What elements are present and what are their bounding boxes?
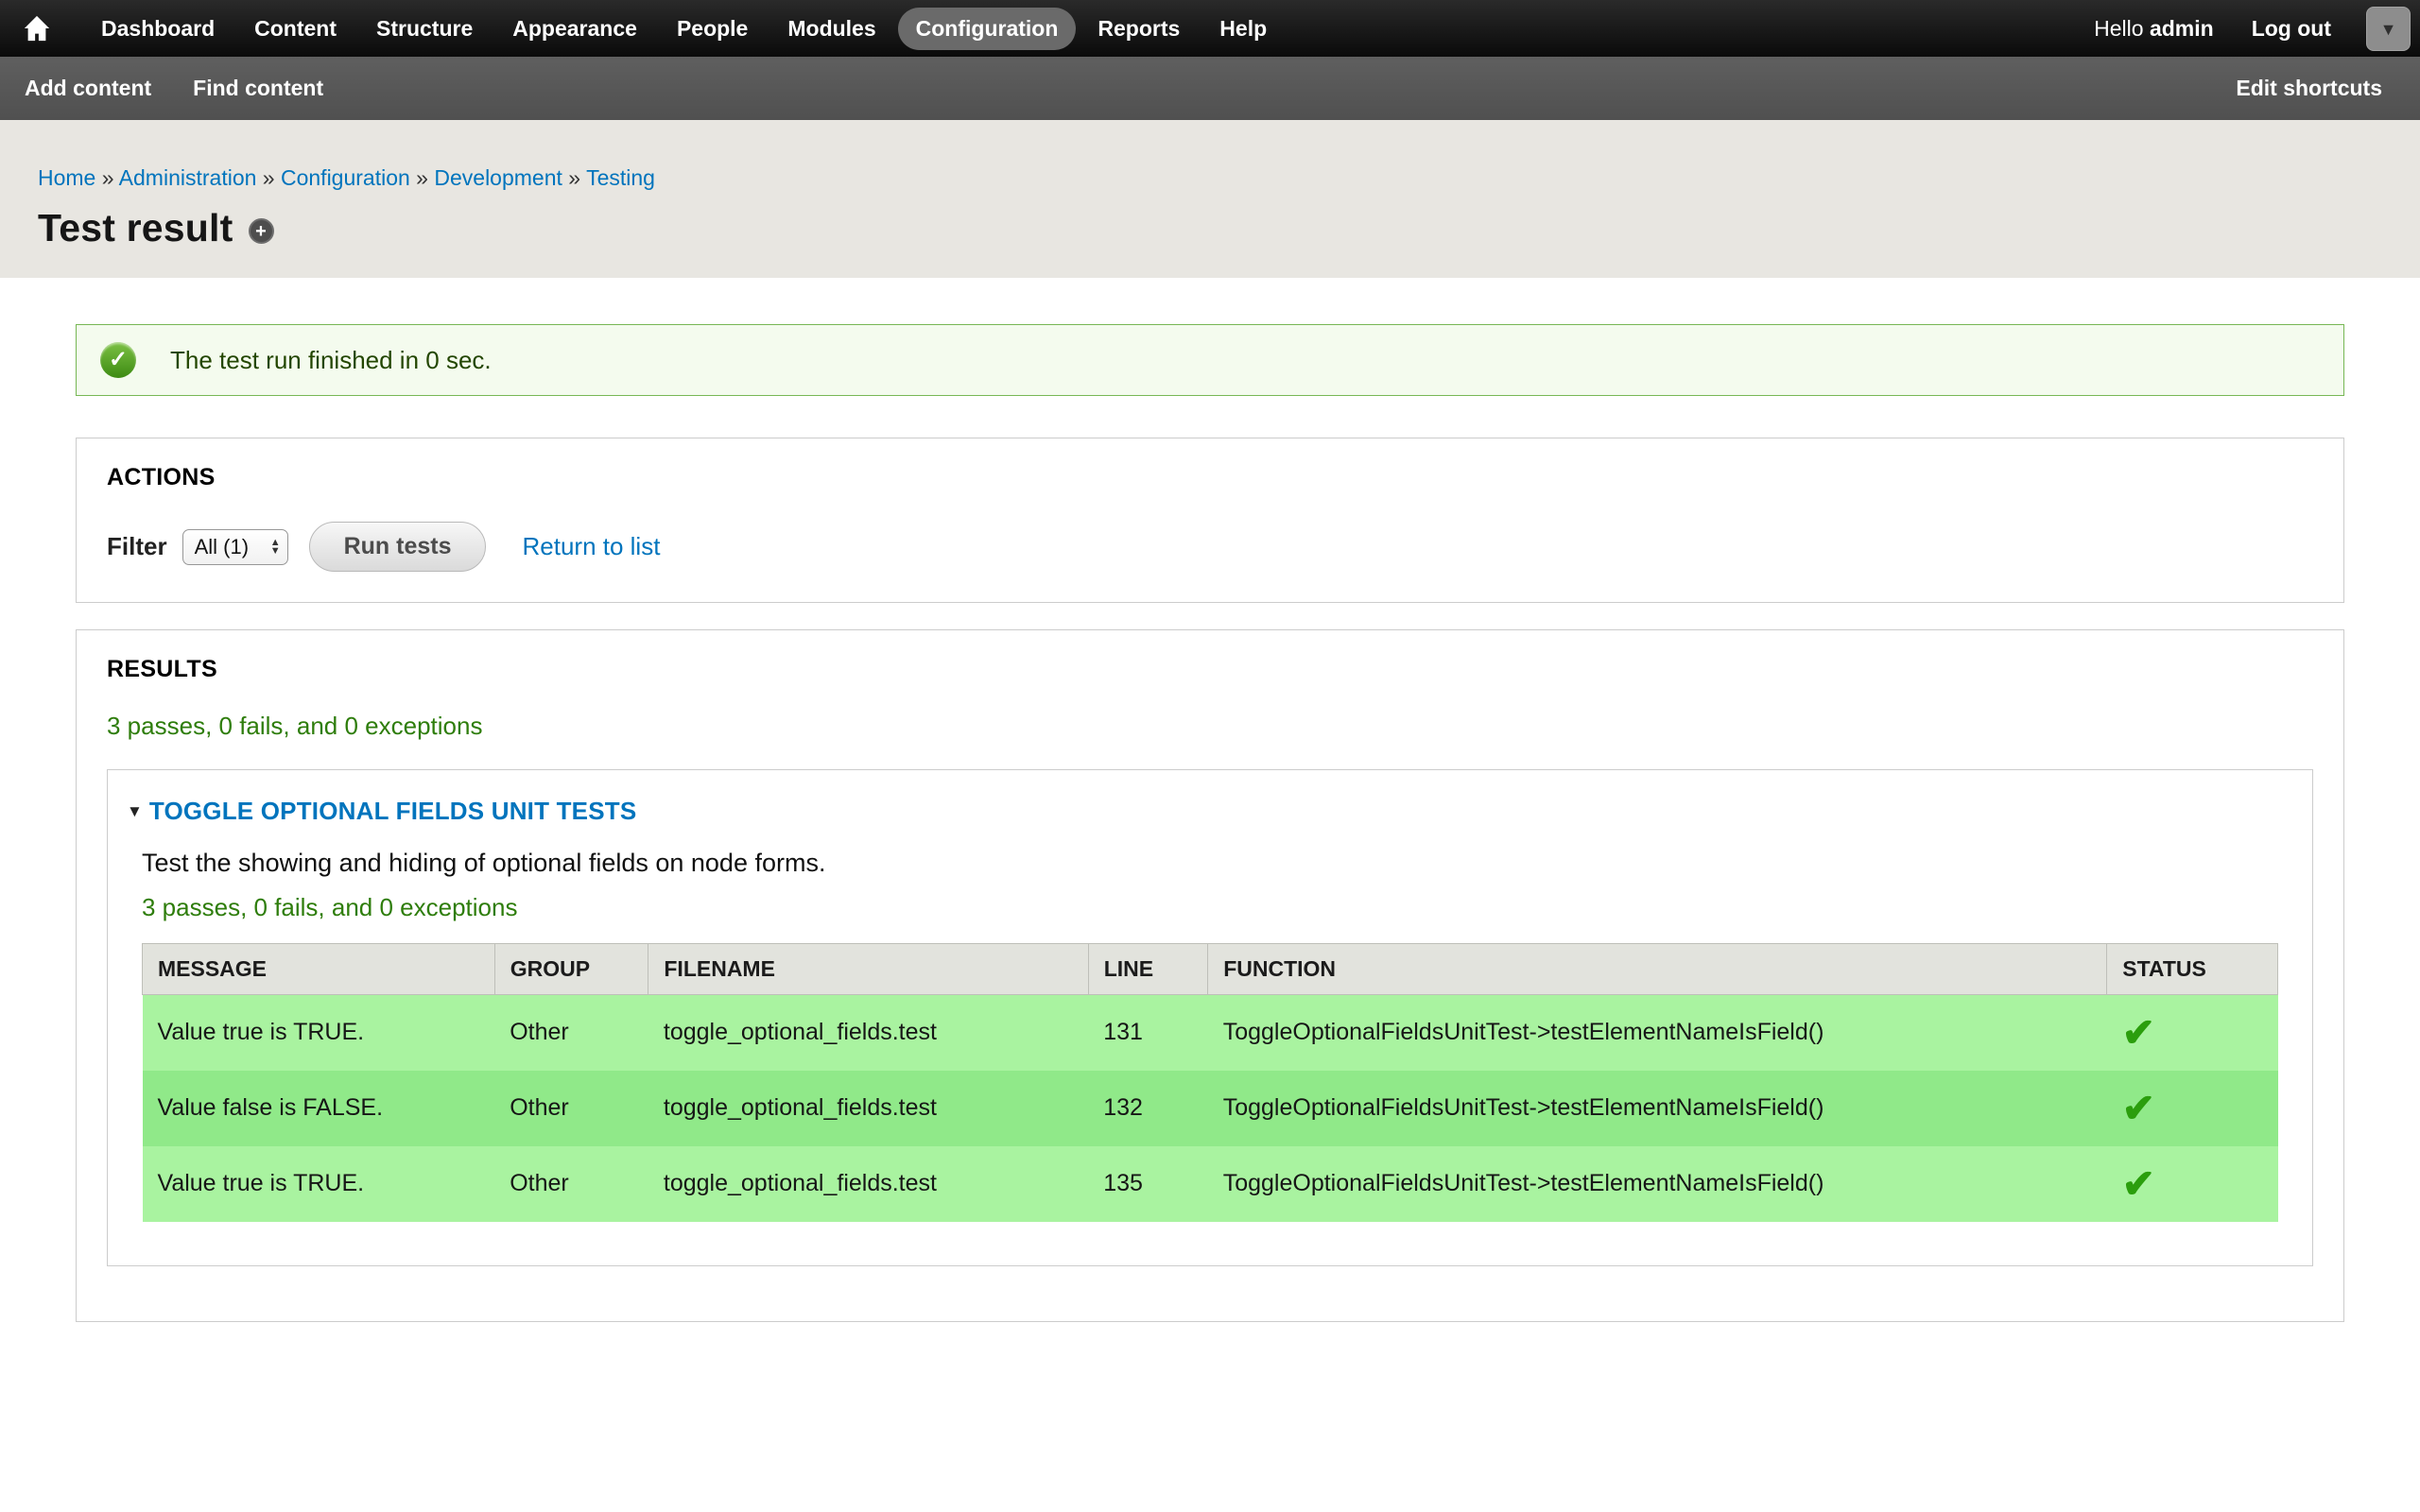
- filter-select[interactable]: All (1) ▲▼: [182, 529, 288, 565]
- breadcrumb-link-testing[interactable]: Testing: [586, 165, 655, 190]
- results-table: MESSAGEGROUPFILENAMELINEFUNCTIONSTATUS V…: [142, 943, 2278, 1222]
- admin-toolbar: DashboardContentStructureAppearancePeopl…: [0, 0, 2420, 57]
- cell-line: 132: [1088, 1071, 1208, 1146]
- results-panel: RESULTS 3 passes, 0 fails, and 0 excepti…: [76, 629, 2344, 1322]
- return-to-list-link[interactable]: Return to list: [522, 532, 660, 561]
- column-header-group: GROUP: [494, 944, 648, 995]
- shortcuts-bar: Add content Find content Edit shortcuts: [0, 57, 2420, 120]
- run-tests-button[interactable]: Run tests: [309, 522, 487, 572]
- cell-filename: toggle_optional_fields.test: [648, 995, 1088, 1071]
- table-row: Value false is FALSE.Othertoggle_optiona…: [143, 1071, 2278, 1146]
- greeting-text: Hello admin: [2094, 16, 2214, 42]
- select-arrows-icon: ▲▼: [270, 539, 281, 556]
- actions-legend: ACTIONS: [107, 464, 2313, 491]
- breadcrumb-separator: »: [256, 165, 281, 190]
- breadcrumb-link-development[interactable]: Development: [434, 165, 562, 190]
- toolbar-item-configuration[interactable]: Configuration: [898, 8, 1077, 50]
- status-message-text: The test run finished in 0 sec.: [170, 346, 492, 375]
- toolbar-item-help[interactable]: Help: [1201, 8, 1285, 50]
- cell-function: ToggleOptionalFieldsUnitTest->testElemen…: [1208, 995, 2107, 1071]
- cell-filename: toggle_optional_fields.test: [648, 1146, 1088, 1222]
- cell-function: ToggleOptionalFieldsUnitTest->testElemen…: [1208, 1071, 2107, 1146]
- username: admin: [2150, 16, 2214, 41]
- cell-group: Other: [494, 995, 648, 1071]
- toolbar-item-people[interactable]: People: [659, 8, 766, 50]
- test-group-fieldset: ▼ TOGGLE OPTIONAL FIELDS UNIT TESTS Test…: [107, 769, 2313, 1266]
- table-row: Value true is TRUE.Othertoggle_optional_…: [143, 1146, 2278, 1222]
- toolbar-item-appearance[interactable]: Appearance: [494, 8, 655, 50]
- results-legend: RESULTS: [107, 656, 2313, 683]
- page-title: Test result: [38, 206, 233, 250]
- filter-select-value: All (1): [195, 535, 249, 559]
- toolbar-user-area: Hello admin Log out: [2094, 16, 2405, 42]
- cell-message: Value true is TRUE.: [143, 995, 495, 1071]
- toolbar-item-content[interactable]: Content: [236, 8, 354, 50]
- actions-panel: ACTIONS Filter All (1) ▲▼ Run tests Retu…: [76, 438, 2344, 603]
- home-icon[interactable]: [15, 7, 59, 50]
- page-title-row: Test result +: [38, 206, 2382, 250]
- filter-label: Filter: [107, 532, 167, 561]
- test-group-toggle[interactable]: ▼ TOGGLE OPTIONAL FIELDS UNIT TESTS: [127, 797, 2278, 826]
- main-content: ✓ The test run finished in 0 sec. ACTION…: [0, 278, 2420, 1322]
- cell-line: 131: [1088, 995, 1208, 1071]
- cell-filename: toggle_optional_fields.test: [648, 1071, 1088, 1146]
- cell-function: ToggleOptionalFieldsUnitTest->testElemen…: [1208, 1146, 2107, 1222]
- status-message: ✓ The test run finished in 0 sec.: [76, 324, 2344, 396]
- breadcrumb-separator: »: [95, 165, 118, 190]
- page-header: Home » Administration » Configuration » …: [0, 120, 2420, 278]
- shortcuts-list: Add content Find content: [25, 76, 365, 101]
- cell-status: ✔: [2107, 1071, 2278, 1146]
- table-row: Value true is TRUE.Othertoggle_optional_…: [143, 995, 2278, 1071]
- cell-line: 135: [1088, 1146, 1208, 1222]
- breadcrumb-link-home[interactable]: Home: [38, 165, 95, 190]
- toolbar-menu: DashboardContentStructureAppearancePeopl…: [83, 8, 1288, 50]
- pass-checkmark-icon: ✔: [2122, 1161, 2155, 1206]
- results-table-body: Value true is TRUE.Othertoggle_optional_…: [143, 995, 2278, 1222]
- greeting-word: Hello: [2094, 16, 2143, 41]
- breadcrumb: Home » Administration » Configuration » …: [38, 165, 2382, 191]
- cell-group: Other: [494, 1146, 648, 1222]
- pass-checkmark-icon: ✔: [2122, 1010, 2155, 1055]
- shortcut-find-content[interactable]: Find content: [193, 76, 323, 101]
- cell-status: ✔: [2107, 1146, 2278, 1222]
- column-header-status: STATUS: [2107, 944, 2278, 995]
- toolbar-item-structure[interactable]: Structure: [358, 8, 491, 50]
- column-header-message: MESSAGE: [143, 944, 495, 995]
- toolbar-item-dashboard[interactable]: Dashboard: [83, 8, 233, 50]
- collapse-triangle-icon: ▼: [127, 803, 143, 819]
- home-icon-glyph: [23, 14, 51, 43]
- logout-link[interactable]: Log out: [2252, 16, 2331, 42]
- results-table-head-row: MESSAGEGROUPFILENAMELINEFUNCTIONSTATUS: [143, 944, 2278, 995]
- results-summary: 3 passes, 0 fails, and 0 exceptions: [107, 712, 2313, 741]
- breadcrumb-separator: »: [562, 165, 586, 190]
- test-group-description: Test the showing and hiding of optional …: [142, 849, 2278, 878]
- column-header-line: LINE: [1088, 944, 1208, 995]
- test-group-body: Test the showing and hiding of optional …: [127, 849, 2278, 1222]
- edit-shortcuts-link[interactable]: Edit shortcuts: [2236, 76, 2382, 101]
- breadcrumb-link-administration[interactable]: Administration: [119, 165, 257, 190]
- cell-group: Other: [494, 1071, 648, 1146]
- test-group-title: TOGGLE OPTIONAL FIELDS UNIT TESTS: [149, 797, 637, 826]
- filter-row: Filter All (1) ▲▼ Run tests Return to li…: [107, 522, 2313, 572]
- toolbar-item-modules[interactable]: Modules: [769, 8, 893, 50]
- breadcrumb-link-configuration[interactable]: Configuration: [281, 165, 410, 190]
- toolbar-toggle-button[interactable]: ▼: [2366, 7, 2411, 51]
- test-group-summary: 3 passes, 0 fails, and 0 exceptions: [142, 893, 2278, 922]
- cell-message: Value false is FALSE.: [143, 1071, 495, 1146]
- pass-checkmark-icon: ✔: [2122, 1086, 2155, 1130]
- column-header-function: FUNCTION: [1208, 944, 2107, 995]
- column-header-filename: FILENAME: [648, 944, 1088, 995]
- chevron-down-icon: ▼: [2380, 21, 2397, 38]
- add-shortcut-icon[interactable]: +: [249, 218, 274, 244]
- cell-message: Value true is TRUE.: [143, 1146, 495, 1222]
- toolbar-item-reports[interactable]: Reports: [1080, 8, 1198, 50]
- cell-status: ✔: [2107, 995, 2278, 1071]
- status-ok-icon: ✓: [100, 342, 136, 378]
- shortcut-add-content[interactable]: Add content: [25, 76, 151, 101]
- breadcrumb-separator: »: [410, 165, 435, 190]
